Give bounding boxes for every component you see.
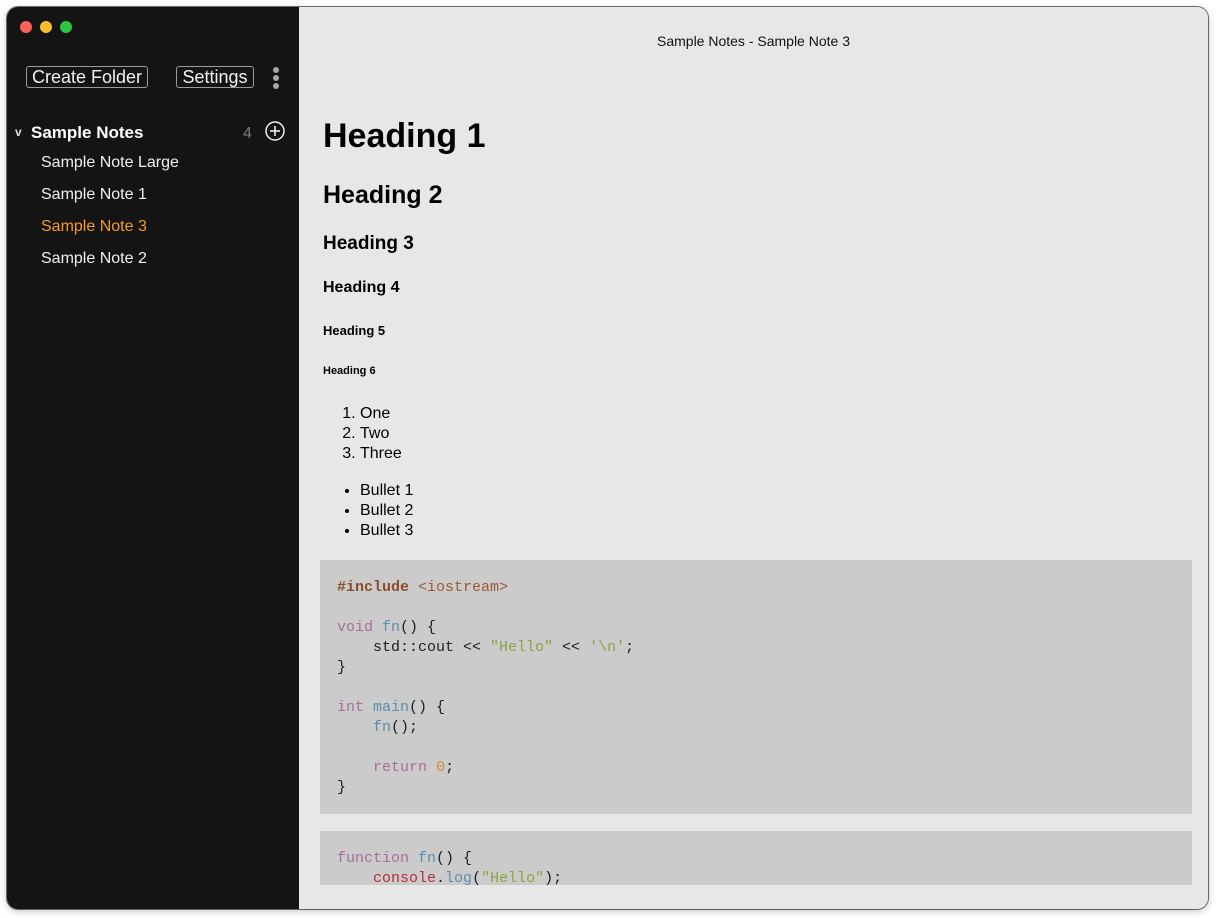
code-token: <<: [553, 639, 590, 656]
code-token: fn: [373, 719, 392, 736]
code-token: fn: [418, 850, 437, 867]
app-window: Create Folder Settings v Sample Notes 4 …: [7, 7, 1208, 909]
code-token: void: [337, 619, 374, 636]
code-token: );: [544, 870, 563, 885]
heading-4: Heading 4: [323, 279, 400, 296]
code-token: function: [337, 850, 410, 867]
code-token: ();: [391, 719, 419, 736]
code-block-js: function fn() { console.log("Hello");: [320, 831, 1192, 885]
code-token: main: [373, 699, 410, 716]
code-token: ;: [625, 639, 635, 656]
list-item: Bullet 3: [360, 521, 413, 541]
code-token: int: [337, 699, 365, 716]
list-item: Bullet 1: [360, 481, 413, 501]
code-token: "Hello": [481, 870, 545, 885]
settings-button[interactable]: Settings: [176, 66, 254, 88]
heading-2: Heading 2: [323, 181, 443, 209]
code-token: log: [445, 870, 473, 885]
heading-1: Heading 1: [323, 117, 486, 155]
note-item[interactable]: Sample Note 1: [41, 183, 179, 215]
code-token: fn: [382, 619, 401, 636]
close-window-button[interactable]: [20, 21, 32, 33]
code-token: "Hello": [490, 639, 554, 656]
plus-circle-icon[interactable]: [265, 121, 285, 141]
sidebar: Create Folder Settings v Sample Notes 4 …: [7, 7, 299, 909]
code-token: console: [373, 870, 437, 885]
window-title: Sample Notes - Sample Note 3: [657, 33, 850, 49]
window-controls: [20, 21, 72, 33]
code-token: (: [472, 870, 482, 885]
create-folder-button[interactable]: Create Folder: [26, 66, 148, 88]
folder-row[interactable]: v Sample Notes 4: [7, 121, 299, 145]
code-block-cpp: #include <iostream> void fn() { std::cou…: [320, 560, 1192, 814]
list-item: Bullet 2: [360, 501, 413, 521]
list-item: One: [360, 404, 402, 424]
note-item-selected[interactable]: Sample Note 3: [41, 215, 179, 247]
code-token: () {: [400, 619, 437, 636]
code-token: }: [337, 779, 347, 796]
code-token: #include: [337, 579, 410, 596]
zoom-window-button[interactable]: [60, 21, 72, 33]
code-token: return: [373, 759, 428, 776]
code-token: () {: [409, 699, 446, 716]
heading-5: Heading 5: [323, 323, 386, 338]
list-item: Three: [360, 444, 402, 464]
code-token: .: [436, 870, 446, 885]
code-token: ;: [445, 759, 455, 776]
minimize-window-button[interactable]: [40, 21, 52, 33]
code-token: }: [337, 659, 347, 676]
ordered-list: One Two Three: [323, 404, 402, 464]
code-token: 0: [436, 759, 446, 776]
notes-list: Sample Note Large Sample Note 1 Sample N…: [41, 151, 179, 279]
folder-note-count: 4: [243, 125, 252, 142]
chevron-down-icon[interactable]: v: [15, 125, 22, 139]
note-view: Sample Notes - Sample Note 3 Heading 1 H…: [299, 7, 1208, 909]
code-token: <iostream>: [409, 579, 509, 596]
note-item[interactable]: Sample Note Large: [41, 151, 179, 183]
list-item: Two: [360, 424, 402, 444]
code-token: std::cout <<: [337, 639, 491, 656]
heading-6: Heading 6: [323, 365, 376, 377]
heading-3: Heading 3: [323, 233, 414, 254]
bullet-list: Bullet 1 Bullet 2 Bullet 3: [323, 481, 413, 541]
note-item[interactable]: Sample Note 2: [41, 247, 179, 279]
code-token: () {: [436, 850, 473, 867]
kebab-menu-icon[interactable]: [272, 67, 280, 89]
folder-name[interactable]: Sample Notes: [31, 123, 143, 143]
code-token: '\n': [589, 639, 626, 656]
